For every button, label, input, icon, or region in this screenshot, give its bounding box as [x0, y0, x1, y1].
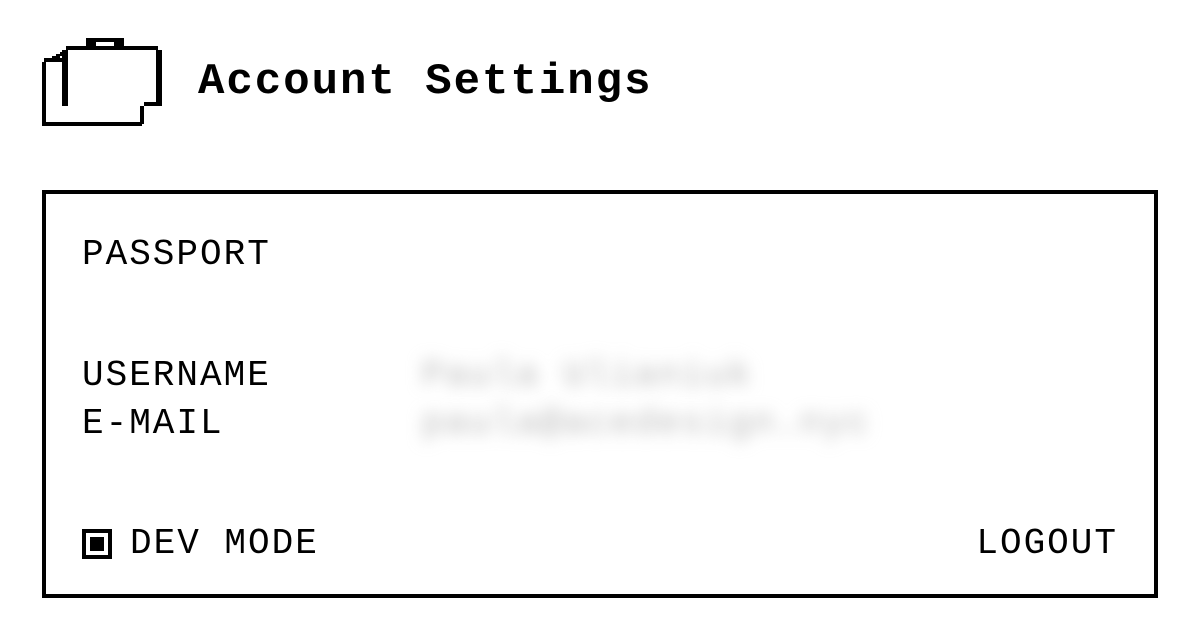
panel-footer: DEV MODE LOGOUT: [82, 523, 1118, 564]
briefcase-icon: [40, 36, 168, 128]
page-header: Account Settings: [40, 36, 652, 128]
username-value: Paula Ulianiuk: [422, 355, 752, 396]
username-label: USERNAME: [82, 355, 422, 396]
email-value: paula@acedesign.nyc: [422, 403, 870, 444]
page-title: Account Settings: [198, 57, 652, 107]
checkbox-box-icon: [82, 529, 112, 559]
email-row: E-MAIL paula@acedesign.nyc: [82, 403, 1118, 451]
email-label: E-MAIL: [82, 403, 422, 444]
checkbox-checked-icon: [90, 537, 104, 551]
dev-mode-checkbox[interactable]: DEV MODE: [82, 523, 319, 564]
logout-button[interactable]: LOGOUT: [976, 523, 1118, 564]
account-settings-panel: PASSPORT USERNAME Paula Ulianiuk E-MAIL …: [42, 190, 1158, 598]
account-info-grid: USERNAME Paula Ulianiuk E-MAIL paula@ace…: [82, 355, 1118, 451]
username-row: USERNAME Paula Ulianiuk: [82, 355, 1118, 403]
passport-section-label: PASSPORT: [82, 234, 1118, 275]
dev-mode-label: DEV MODE: [130, 523, 319, 564]
